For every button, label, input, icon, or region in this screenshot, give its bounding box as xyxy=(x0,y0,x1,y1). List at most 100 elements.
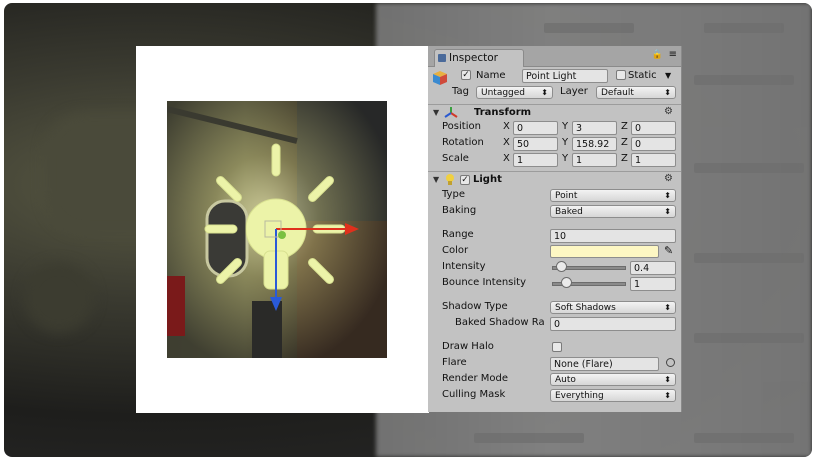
object-picker-icon[interactable] xyxy=(666,358,675,367)
scale-row: Scale X 1 Y 1 Z 1 xyxy=(428,152,681,168)
lock-icon[interactable]: 🔒 xyxy=(652,50,663,60)
chevron-down-icon: ⬍ xyxy=(664,303,671,312)
position-y-field[interactable]: 3 xyxy=(572,121,617,135)
y-label: Y xyxy=(562,137,569,148)
color-swatch[interactable] xyxy=(550,245,659,258)
y-label: Y xyxy=(562,153,569,164)
layer-label: Layer xyxy=(560,86,588,97)
static-checkbox[interactable] xyxy=(616,70,626,80)
rotation-x-field[interactable]: 50 xyxy=(513,137,558,151)
bounce-intensity-label: Bounce Intensity xyxy=(442,277,527,288)
range-field[interactable]: 10 xyxy=(550,229,676,243)
foldout-triangle-icon[interactable]: ▼ xyxy=(433,175,439,184)
culling-mask-dropdown[interactable]: Everything ⬍ xyxy=(550,389,676,402)
blurred-ray-shape xyxy=(24,263,94,333)
light-enabled-checkbox[interactable]: ✓ xyxy=(460,175,470,185)
chevron-down-icon: ⬍ xyxy=(664,391,671,400)
draw-halo-row: Draw Halo xyxy=(428,340,681,356)
foldout-triangle-icon[interactable]: ▼ xyxy=(433,108,439,117)
transform-header[interactable]: ▼ Transform ⚙ xyxy=(428,104,681,121)
bounce-intensity-field[interactable]: 1 xyxy=(630,277,676,291)
flare-label: Flare xyxy=(442,357,467,368)
draw-halo-checkbox[interactable] xyxy=(552,342,562,352)
render-mode-dropdown[interactable]: Auto ⬍ xyxy=(550,373,676,386)
tag-dropdown[interactable]: Untagged ⬍ xyxy=(476,86,553,99)
culling-mask-label: Culling Mask xyxy=(442,389,506,400)
scale-label: Scale xyxy=(442,153,469,164)
render-mode-label: Render Mode xyxy=(442,373,509,384)
position-z-field[interactable]: 0 xyxy=(631,121,676,135)
static-label: Static xyxy=(628,70,657,81)
rotation-z-field[interactable]: 0 xyxy=(631,137,676,151)
baked-shadow-radius-field[interactable]: 0 xyxy=(550,317,676,331)
intensity-field[interactable]: 0.4 xyxy=(630,261,676,275)
x-label: X xyxy=(503,121,510,132)
baked-shadow-row: Baked Shadow Ra 0 xyxy=(428,316,681,332)
chevron-down-icon: ⬍ xyxy=(541,88,548,97)
shadow-type-row: Shadow Type Soft Shadows ⬍ xyxy=(428,300,681,316)
chevron-down-icon: ⬍ xyxy=(664,207,671,216)
inspector-tabbar: Inspector 🔒 ≡ xyxy=(428,46,681,67)
intensity-label: Intensity xyxy=(442,261,486,272)
scale-z-field[interactable]: 1 xyxy=(631,153,676,167)
menu-icon[interactable]: ≡ xyxy=(669,49,677,60)
baking-row: Baking Baked ⬍ xyxy=(428,204,681,220)
layer-dropdown[interactable]: Default ⬍ xyxy=(596,86,676,99)
flare-field[interactable]: None (Flare) xyxy=(550,357,659,371)
name-row: ✓ Name Point Light Static ▼ xyxy=(428,68,681,86)
scale-y-field[interactable]: 1 xyxy=(572,153,617,167)
bounce-row: Bounce Intensity 1 xyxy=(428,276,681,292)
position-label: Position xyxy=(442,121,481,132)
color-label: Color xyxy=(442,245,469,256)
intensity-row: Intensity 0.4 xyxy=(428,260,681,276)
tab-inspector-label: Inspector xyxy=(449,52,498,64)
static-dropdown-icon[interactable]: ▼ xyxy=(665,71,671,80)
tag-layer-row: Tag Untagged ⬍ Layer Default ⬍ xyxy=(428,85,681,101)
light-bulb-icon xyxy=(445,173,455,187)
position-x-field[interactable]: 0 xyxy=(513,121,558,135)
name-label: Name xyxy=(476,70,506,81)
chevron-down-icon: ⬍ xyxy=(664,191,671,200)
position-row: Position X 0 Y 3 Z 0 xyxy=(428,120,681,136)
inspector-panel: Inspector 🔒 ≡ ✓ Name Point Light Static … xyxy=(428,46,682,412)
bounce-slider-knob[interactable] xyxy=(560,277,572,288)
name-field[interactable]: Point Light xyxy=(522,69,608,83)
scale-x-field[interactable]: 1 xyxy=(513,153,558,167)
type-row: Type Point ⬍ xyxy=(428,188,681,204)
shadow-type-label: Shadow Type xyxy=(442,301,508,312)
chevron-down-icon: ⬍ xyxy=(664,88,671,97)
light-header[interactable]: ▼ ✓ Light ⚙ xyxy=(428,171,681,188)
active-checkbox[interactable]: ✓ xyxy=(461,70,471,80)
y-label: Y xyxy=(562,121,569,132)
shadow-type-dropdown[interactable]: Soft Shadows ⬍ xyxy=(550,301,676,314)
type-value: Point xyxy=(555,191,578,201)
draw-halo-label: Draw Halo xyxy=(442,341,494,352)
render-mode-value: Auto xyxy=(555,375,576,385)
gear-icon[interactable]: ⚙ xyxy=(664,173,673,184)
scene-render xyxy=(167,101,387,358)
baked-shadow-radius-label: Baked Shadow Ra xyxy=(455,317,545,328)
light-title: Light xyxy=(473,174,502,185)
rotation-y-field[interactable]: 158.92 xyxy=(572,137,617,151)
flare-row: Flare None (Flare) xyxy=(428,356,681,372)
z-label: Z xyxy=(621,153,628,164)
tab-inspector[interactable]: Inspector xyxy=(434,49,524,67)
eyedropper-icon[interactable]: ✎ xyxy=(664,244,673,257)
transform-icon xyxy=(444,106,458,120)
inspector-tab-icon xyxy=(438,54,446,62)
z-label: Z xyxy=(621,137,628,148)
transform-title: Transform xyxy=(474,107,532,118)
intensity-slider-knob[interactable] xyxy=(555,261,567,272)
rotation-row: Rotation X 50 Y 158.92 Z 0 xyxy=(428,136,681,152)
rotation-label: Rotation xyxy=(442,137,484,148)
z-label: Z xyxy=(621,121,628,132)
range-row: Range 10 xyxy=(428,228,681,244)
scene-view[interactable] xyxy=(167,101,387,358)
culling-mask-row: Culling Mask Everything ⬍ xyxy=(428,388,681,404)
baking-dropdown[interactable]: Baked ⬍ xyxy=(550,205,676,218)
type-label: Type xyxy=(442,189,465,200)
gear-icon[interactable]: ⚙ xyxy=(664,106,673,117)
type-dropdown[interactable]: Point ⬍ xyxy=(550,189,676,202)
baking-value: Baked xyxy=(555,207,583,217)
shadow-type-value: Soft Shadows xyxy=(555,303,616,313)
